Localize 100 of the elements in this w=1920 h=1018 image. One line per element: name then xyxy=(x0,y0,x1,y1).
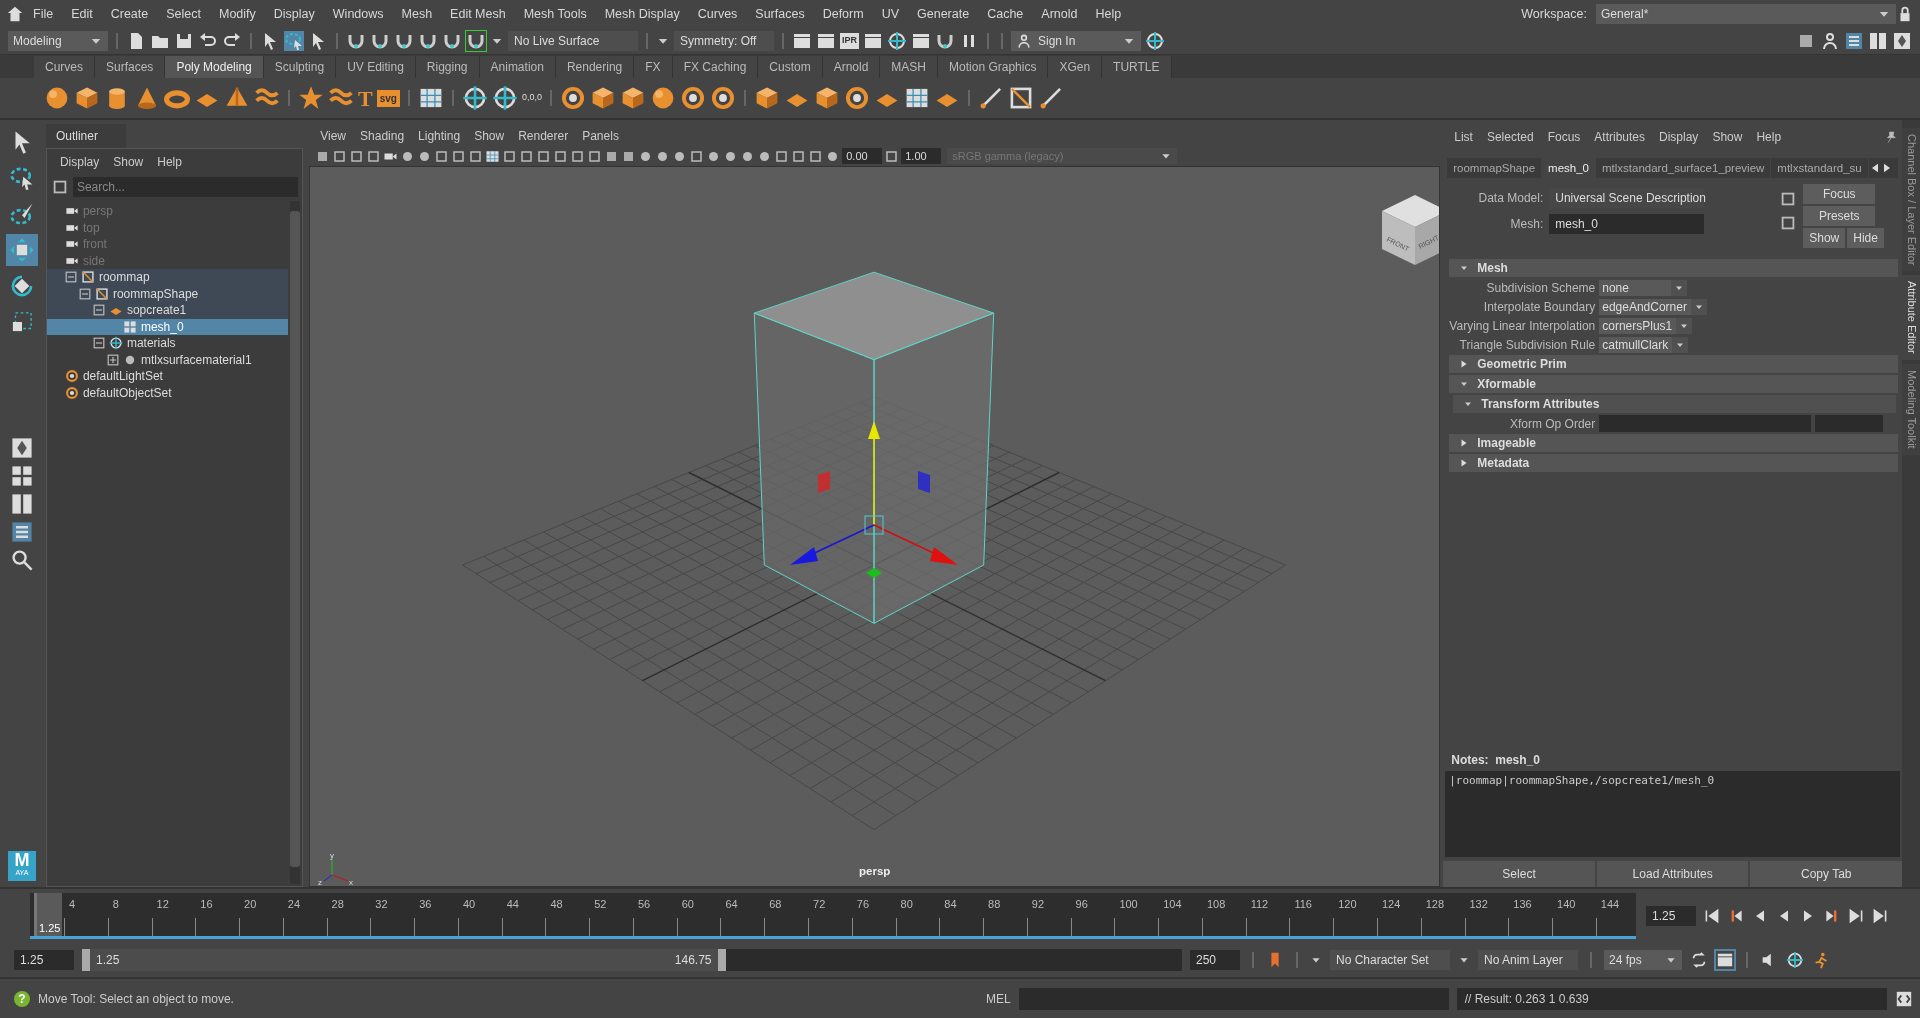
target-icon[interactable] xyxy=(1145,31,1165,51)
menu-item[interactable]: Edit Mesh xyxy=(441,4,515,24)
outliner-item[interactable]: mtlxsurfacematerial1 xyxy=(46,351,289,368)
menu-item[interactable]: File xyxy=(24,4,63,24)
outliner-item[interactable]: sopcreate1 xyxy=(46,302,289,319)
start-time-field[interactable]: 1.25 xyxy=(14,950,74,970)
ring-icon[interactable] xyxy=(559,85,586,111)
shelf-tab[interactable]: Poly Modeling xyxy=(165,56,264,78)
value-dropdown[interactable]: cornersPlus1 xyxy=(1599,317,1693,334)
clapboard-icon[interactable] xyxy=(792,31,812,51)
shelf-tab[interactable]: TURTLE xyxy=(1102,56,1172,78)
home-icon[interactable] xyxy=(6,5,24,23)
square-icon[interactable] xyxy=(519,148,535,164)
section-header[interactable]: Xformable xyxy=(1449,375,1899,393)
side-tab[interactable]: Attribute Editor xyxy=(1902,275,1920,361)
star-icon[interactable] xyxy=(298,85,324,111)
presets-button[interactable]: Presets xyxy=(1803,206,1876,226)
list-icon[interactable] xyxy=(1844,31,1864,51)
shelf-tab[interactable]: FX xyxy=(634,56,673,78)
menu-item[interactable]: Mesh xyxy=(392,4,442,24)
section-header[interactable]: Transform Attributes xyxy=(1453,395,1897,413)
anim-layer-field[interactable]: No Anim Layer xyxy=(1478,950,1578,970)
menu-item[interactable]: Curves xyxy=(688,4,747,24)
menu-item[interactable]: Display xyxy=(52,153,107,171)
end-time-field[interactable]: 250 xyxy=(1190,950,1240,970)
menu-item[interactable]: Windows xyxy=(323,4,393,24)
shelf-tab[interactable]: Motion Graphics xyxy=(938,56,1049,78)
menu-item[interactable]: Shading xyxy=(353,127,412,145)
shelf-tab[interactable]: Animation xyxy=(479,56,556,78)
menu-item[interactable]: Selected xyxy=(1479,128,1541,146)
clapboard-icon[interactable] xyxy=(863,31,883,51)
menu-item[interactable]: Surfaces xyxy=(746,4,814,24)
value-dropdown[interactable]: edgeAndCorner xyxy=(1599,298,1707,315)
workspace-dropdown[interactable]: General* xyxy=(1596,4,1896,24)
menu-item[interactable]: Create xyxy=(101,4,158,24)
editor-tab[interactable]: mesh_0 xyxy=(1542,158,1596,178)
square-icon[interactable] xyxy=(366,148,382,164)
ring-icon[interactable] xyxy=(843,85,870,111)
collapse-icon[interactable] xyxy=(92,337,105,350)
menu-item[interactable]: Help xyxy=(1749,128,1789,146)
value-dropdown[interactable]: catmullClark xyxy=(1599,336,1689,353)
realtime-playback-icon[interactable] xyxy=(1716,951,1734,969)
search-field[interactable]: Search... xyxy=(72,177,299,197)
sign-in-dropdown[interactable]: Sign In xyxy=(1011,31,1141,51)
ring-icon[interactable] xyxy=(709,85,736,111)
square-icon[interactable] xyxy=(689,148,705,164)
section-header[interactable]: Geometric Prim xyxy=(1449,355,1899,373)
move-tool-icon[interactable] xyxy=(8,237,35,263)
text-field[interactable] xyxy=(1815,415,1884,432)
menu-item[interactable]: Modify xyxy=(210,4,265,24)
section-header[interactable]: Imageable xyxy=(1449,434,1899,452)
text-field[interactable] xyxy=(1599,415,1812,432)
single-layout-icon[interactable] xyxy=(9,436,34,460)
shelf-tab[interactable]: Arnold xyxy=(822,56,881,78)
copy-tab-button[interactable]: Copy Tab xyxy=(1750,861,1903,887)
target-icon[interactable] xyxy=(887,31,907,51)
clapboard-icon[interactable] xyxy=(816,31,836,51)
menu-item[interactable]: Generate xyxy=(908,4,979,24)
value-dropdown[interactable]: none xyxy=(1599,279,1688,296)
shelf-tab[interactable]: Rigging xyxy=(415,56,480,78)
step-forward-icon[interactable] xyxy=(1848,908,1864,924)
show-button[interactable]: Show xyxy=(1803,228,1846,248)
outliner-item[interactable]: defaultLightSet xyxy=(46,368,289,385)
four-layout-icon[interactable] xyxy=(9,464,34,488)
shelf-tab[interactable]: MASH xyxy=(880,56,939,78)
fps-dropdown[interactable]: 24 fps xyxy=(1604,950,1682,970)
loop-icon[interactable] xyxy=(1690,951,1708,969)
notes-field[interactable]: |roommap|roommapShape,/sopcreate1/mesh_0 xyxy=(1445,771,1901,857)
menu-item[interactable]: Arnold xyxy=(1032,4,1087,24)
square-icon[interactable] xyxy=(536,148,552,164)
scrollbar[interactable] xyxy=(290,201,301,884)
menu-item[interactable]: Edit xyxy=(62,4,102,24)
menu-item[interactable]: Cache xyxy=(978,4,1033,24)
square-icon[interactable] xyxy=(349,148,365,164)
square-icon[interactable] xyxy=(468,148,484,164)
shelf-text-tool[interactable]: svg xyxy=(376,89,400,107)
menu-item[interactable]: Deform xyxy=(813,4,873,24)
shelf-text-tool[interactable]: 0,0,0 xyxy=(521,91,542,105)
menu-item[interactable]: Focus xyxy=(1540,128,1588,146)
menu-item[interactable]: Show xyxy=(1705,128,1750,146)
menu-item[interactable]: Panels xyxy=(575,127,626,145)
cube-drawing[interactable] xyxy=(754,271,995,624)
menu-item[interactable]: Show xyxy=(106,153,151,171)
square-icon[interactable] xyxy=(553,148,569,164)
command-language[interactable]: MEL xyxy=(986,989,1011,1008)
grid-icon[interactable] xyxy=(485,148,501,164)
gamma-field[interactable]: 1.00 xyxy=(901,148,942,164)
symmetry-field[interactable]: Symmetry: Off xyxy=(674,31,774,51)
collapse-icon[interactable] xyxy=(78,287,91,300)
select-button[interactable]: Select xyxy=(1443,861,1595,887)
current-time-marker[interactable]: 1.25 xyxy=(34,893,62,936)
editor-tab[interactable]: mtlxstandard_su xyxy=(1771,158,1869,178)
live-surface-field[interactable]: No Live Surface xyxy=(508,31,638,51)
outliner-item[interactable]: roommap xyxy=(46,269,289,286)
columns-icon[interactable] xyxy=(1868,31,1888,51)
menu-item[interactable]: Select xyxy=(157,4,210,24)
magnet-icon[interactable] xyxy=(466,31,486,51)
mesh-name-field[interactable]: mesh_0 xyxy=(1549,214,1705,234)
shelf-tab[interactable]: Sculpting xyxy=(263,56,337,78)
square-icon[interactable] xyxy=(884,148,900,164)
